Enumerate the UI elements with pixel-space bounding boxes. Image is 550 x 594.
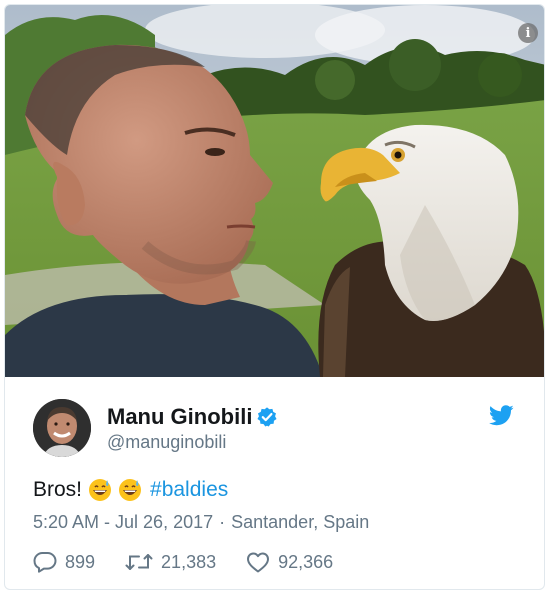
info-icon[interactable]: i — [518, 23, 538, 43]
tweet-text-word: Bros! — [33, 478, 83, 501]
metadata-separator: · — [219, 512, 226, 532]
avatar[interactable] — [33, 399, 91, 457]
avatar-image — [33, 399, 91, 457]
photo-image — [5, 5, 544, 377]
retweet-count: 21,383 — [161, 551, 217, 572]
retweet-icon — [125, 554, 153, 570]
heart-icon — [247, 552, 270, 573]
hashtag-link[interactable]: #baldies — [150, 478, 228, 502]
tweet-body: Manu Ginobili @manuginobili Bros! #baldi… — [5, 377, 544, 589]
author-handle[interactable]: @manuginobili — [107, 432, 226, 453]
like-button[interactable]: 92,366 — [246, 551, 333, 573]
reply-count: 899 — [65, 551, 96, 572]
tweet-card: i Manu Ginobili @manuginobili Bros! #bal… — [4, 4, 545, 590]
grinning-face-with-sweat-emoji — [119, 479, 142, 501]
tweet-metadata: 5:20 AM - Jul 26, 2017 · Santander, Spain — [33, 512, 369, 533]
retweet-button[interactable]: 21,383 — [125, 551, 216, 573]
reply-icon — [33, 552, 57, 573]
tweet-location[interactable]: Santander, Spain — [231, 512, 369, 532]
twitter-bird-icon[interactable] — [489, 405, 514, 426]
tweet-timestamp[interactable]: 5:20 AM - Jul 26, 2017 — [33, 512, 213, 532]
author-display-name[interactable]: Manu Ginobili — [107, 404, 252, 430]
like-count: 92,366 — [278, 551, 334, 572]
reply-button[interactable]: 899 — [33, 551, 95, 573]
verified-badge-icon — [257, 407, 277, 427]
tweet-actions: 899 21,383 92,366 — [33, 549, 363, 575]
tweet-photo[interactable]: i — [5, 5, 544, 377]
grinning-face-with-sweat-emoji — [89, 479, 112, 501]
tweet-text: Bros! #baldies — [33, 478, 228, 502]
